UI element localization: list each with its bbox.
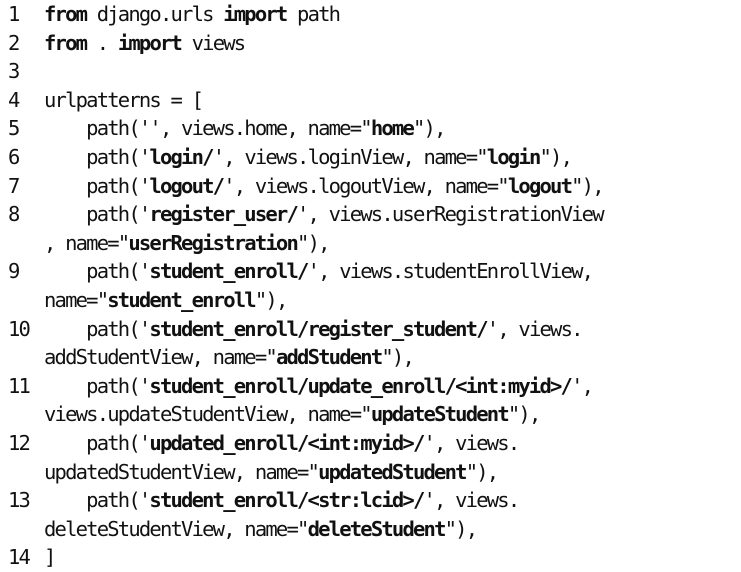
line-number: 12 [8, 430, 31, 455]
code-token-bold: student_enroll [107, 287, 256, 312]
code-line: 3 [8, 57, 738, 86]
code-token: path('', views.home, name=" [44, 116, 372, 141]
code-line: 10 path('student_enroll/register_student… [8, 315, 738, 344]
code-token: urlpatterns = [ [44, 87, 204, 112]
line-number: 6 [8, 144, 20, 169]
code-line: 11 path('student_enroll/update_enroll/<i… [8, 372, 738, 401]
code-token: ', views. [423, 430, 521, 455]
code-token: ', views.loginView, name=" [212, 144, 489, 169]
code-token-bold: userRegistration [128, 230, 298, 255]
code-token: deleteStudentView, name=" [44, 516, 309, 541]
code-token: ] [44, 545, 56, 570]
line-number: 13 [8, 488, 31, 513]
code-line: updatedStudentView, name="updatedStudent… [8, 458, 738, 487]
code-token: "), [465, 459, 499, 484]
code-token-bold: import [117, 30, 183, 55]
code-token: "), [507, 402, 541, 427]
code-token-bold: addStudent [275, 345, 383, 370]
code-token: path(' [44, 144, 151, 169]
code-token: "), [297, 230, 330, 255]
code-token: "), [412, 116, 446, 141]
code-line: views.updateStudentView, name="updateStu… [8, 400, 738, 429]
code-token: "), [254, 287, 288, 312]
code-line: 2 from . import views [8, 29, 738, 58]
code-token: views [181, 30, 247, 55]
code-token-bold: student_enroll/update_enroll/<int:myid>/ [149, 373, 572, 398]
code-token-bold: updateStudent [370, 402, 510, 427]
code-token: "), [381, 345, 414, 370]
code-line: deleteStudentView, name="deleteStudent")… [8, 515, 738, 544]
line-number: 8 [8, 202, 20, 227]
code-token-bold: from [44, 30, 88, 55]
line-number: 7 [8, 173, 20, 198]
code-token-bold: logout [507, 173, 573, 198]
code-token: name=" [44, 287, 109, 312]
code-token-bold: student_enroll/ [149, 259, 309, 284]
code-token: ', [571, 373, 594, 398]
code-token: path(' [44, 430, 151, 455]
line-number: 4 [8, 87, 20, 112]
code-token-bold: updated_enroll/<int:myid>/ [149, 430, 425, 455]
code-token: path(' [44, 173, 151, 198]
code-token-bold: login [486, 144, 542, 169]
code-token-bold: student_enroll/register_student/ [149, 316, 488, 341]
line-number: 9 [8, 259, 20, 284]
line-number: 3 [8, 59, 20, 84]
code-token: "), [444, 516, 478, 541]
code-token: path(' [44, 316, 151, 341]
code-line: 4 urlpatterns = [ [8, 86, 738, 115]
code-token: , name=" [44, 230, 130, 255]
code-token-bold: student_enroll/<str:lcid>/ [149, 488, 425, 513]
code-token-bold: login/ [149, 144, 214, 169]
code-token: ', views. [423, 488, 521, 513]
line-number: 14 [8, 545, 31, 570]
code-token: "), [571, 173, 604, 198]
code-line: 7 path('logout/', views.logoutView, name… [8, 172, 738, 201]
code-token: ', views.studentEnrollView, [307, 259, 594, 284]
code-token: ', views.userRegistrationView [297, 202, 605, 227]
code-token-bold: logout/ [149, 173, 225, 198]
code-token-bold: deleteStudent [307, 516, 447, 541]
code-line: addStudentView, name="addStudent"), [8, 343, 738, 372]
code-line: 12 path('updated_enroll/<int:myid>/', vi… [8, 429, 738, 458]
code-token-bold: import [223, 2, 288, 26]
code-token: views.updateStudentView, name=" [44, 402, 373, 427]
code-line: 1 from django.urls import path [8, 0, 738, 29]
code-token-bold: from [44, 2, 88, 26]
code-token: path(' [44, 373, 151, 398]
code-token: addStudentView, name=" [44, 345, 278, 370]
code-token: ', views. [486, 316, 584, 341]
code-token: updatedStudentView, name=" [44, 459, 320, 484]
code-token-bold: register_user/ [149, 202, 298, 227]
code-line: 13 path('student_enroll/<str:lcid>/', vi… [8, 486, 738, 515]
code-token: path(' [44, 259, 151, 284]
code-line: name="student_enroll"), [8, 286, 738, 315]
code-line: 8 path('register_user/', views.userRegis… [8, 200, 738, 229]
code-token: django.urls [86, 2, 224, 26]
code-token-bold: home [370, 116, 415, 141]
line-number: 11 [8, 373, 31, 398]
code-listing: 1 from django.urls import path 2 from . imp… [8, 0, 738, 572]
code-token: path(' [44, 202, 151, 227]
code-line: 14] [8, 543, 738, 572]
code-token: ', views.logoutView, name=" [223, 173, 509, 198]
line-number: 2 [8, 30, 20, 55]
code-line: 9 path('student_enroll/', views.studentE… [8, 257, 738, 286]
code-line: 5 path('', views.home, name="home"), [8, 114, 738, 143]
code-token-bold: updatedStudent [318, 459, 467, 484]
code-token: path [286, 2, 341, 26]
code-token: "), [539, 144, 573, 169]
code-token: . [86, 30, 118, 55]
code-line: , name="userRegistration"), [8, 229, 738, 258]
line-number: 5 [8, 116, 20, 141]
line-number: 10 [8, 316, 31, 341]
code-token: path(' [44, 488, 151, 513]
code-line: 6 path('login/', views.loginView, name="… [8, 143, 738, 172]
line-number: 1 [8, 2, 20, 26]
